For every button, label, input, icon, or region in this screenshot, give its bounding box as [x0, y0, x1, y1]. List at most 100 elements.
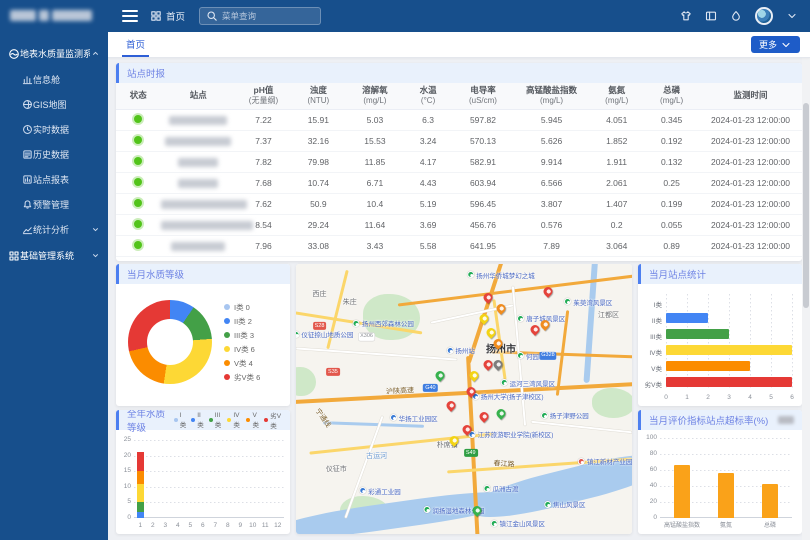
rate-bar-plot: 020406080100高锰酸盐指数氨氮总磷 [660, 438, 792, 518]
status-cell [116, 214, 161, 235]
value-cell: 0.25 [644, 172, 699, 193]
map-poi-label: 运河三湾风景区 [501, 378, 556, 388]
stats-icon [22, 224, 33, 235]
layout-icon[interactable] [705, 10, 717, 22]
status-online-dot [134, 157, 142, 165]
bar-氨氮[interactable] [718, 473, 734, 518]
x-category-label: 高锰酸盐指数 [664, 520, 700, 529]
value-cell: 7.96 [236, 235, 291, 256]
stack-segment-III类[interactable] [137, 502, 144, 511]
status-online-dot [134, 178, 142, 186]
dashboard-icon [22, 74, 33, 85]
map-road-chip: X306 [358, 333, 375, 341]
legend-item-V类[interactable]: V类 [246, 412, 259, 429]
station-name-redacted [171, 242, 225, 251]
sidebar-item-label: 统计分析 [33, 223, 90, 236]
column-header-电导率: 电导率(uS/cm) [452, 83, 514, 109]
legend-item-劣V类[interactable]: 劣V类 6 [224, 370, 260, 384]
x-tick-label: 7 [213, 522, 217, 529]
y-tick-label: 20 [650, 498, 657, 505]
bar-总磷[interactable] [762, 484, 778, 518]
legend-item-III类[interactable]: III类 [209, 412, 223, 429]
map-pin[interactable] [434, 369, 447, 382]
sidebar-item-实时数据[interactable]: 实时数据 [0, 117, 108, 142]
value-cell: 7.89 [514, 235, 589, 256]
page-scrollbar-thumb[interactable] [803, 103, 809, 308]
sidebar-item-信息舱[interactable]: 信息舱 [0, 67, 108, 92]
sidebar-item-历史数据[interactable]: 历史数据 [0, 142, 108, 167]
stack-segment-IV类[interactable] [137, 484, 144, 503]
stack-segment-II类[interactable] [137, 512, 144, 518]
avatar[interactable] [755, 7, 773, 25]
value-cell: 79.98 [291, 151, 346, 172]
legend-item-II类[interactable]: II类 2 [224, 314, 260, 328]
map-pin[interactable] [481, 358, 494, 371]
bar-IV类[interactable] [666, 345, 792, 355]
map-pin[interactable] [478, 410, 491, 423]
legend-item-IV类[interactable]: IV类 [227, 412, 241, 429]
sidebar-item-GIS地图[interactable]: GIS地图 [0, 92, 108, 117]
sidebar-item-站点报表[interactable]: 站点报表 [0, 167, 108, 192]
value-cell: 29.24 [291, 214, 346, 235]
gridline [134, 487, 284, 488]
map-pin[interactable] [444, 399, 457, 412]
poi-text: 华扬工业园区 [399, 413, 438, 423]
value-cell: 10.4 [346, 193, 404, 214]
time-cell: 2024-01-23 12:00:00 [699, 193, 802, 214]
page-scrollbar [802, 58, 810, 540]
bar-劣V类[interactable] [666, 377, 792, 387]
station-cell [161, 193, 236, 214]
sidebar-item-统计分析[interactable]: 统计分析 [0, 217, 108, 242]
sidebar-item-预警管理[interactable]: 预警管理 [0, 192, 108, 217]
table-row: 8.5429.2411.643.69456.760.5760.20.055202… [116, 214, 802, 235]
map-pin[interactable] [495, 407, 508, 420]
value-cell: 3.064 [589, 235, 644, 256]
status-online-dot [134, 241, 142, 249]
menu-search-input[interactable] [222, 11, 312, 21]
bar-III类[interactable] [666, 329, 729, 339]
bar-row-I类 [666, 294, 792, 310]
legend-item-IV类[interactable]: IV类 6 [224, 342, 260, 356]
hamburger-menu-icon[interactable] [122, 10, 138, 22]
poi-blue-icon [390, 414, 397, 421]
stacked-bar-plot: 0510152025123456789101112 [134, 440, 284, 518]
station-name-redacted [169, 116, 227, 125]
panel-title: 全年水质等级 [127, 410, 174, 434]
stack-segment-劣V类[interactable] [137, 452, 144, 471]
bar-V类[interactable] [666, 361, 750, 371]
map-pin[interactable] [485, 326, 498, 339]
topbar: 首页 [108, 0, 810, 32]
value-cell: 1.852 [589, 130, 644, 151]
legend-item-劣V类[interactable]: 劣V类 [264, 410, 282, 430]
legend-item-III类[interactable]: III类 3 [224, 328, 260, 342]
tab-home[interactable]: 首页 [122, 32, 149, 57]
poi-blue-icon [446, 347, 453, 354]
map-place-label: 朱庄 [343, 297, 357, 307]
poi-green-icon [491, 520, 498, 527]
column-unit: (mg/L) [589, 96, 644, 106]
sidebar-section-0[interactable]: 地表水质量监测系统 [0, 40, 108, 67]
donut-chart[interactable] [128, 300, 212, 384]
topbar-home-link[interactable]: 首页 [150, 9, 185, 23]
column-unit: (mg/L) [514, 96, 589, 106]
map-poi-label: 仪征捺山地质公园 [296, 329, 353, 339]
chevron-down-icon[interactable] [786, 10, 798, 22]
value-cell: 582.91 [452, 151, 514, 172]
stack-segment-V类[interactable] [137, 471, 144, 483]
map-pin[interactable] [528, 323, 541, 336]
x-axis-line [134, 517, 284, 518]
more-button[interactable]: 更多 [751, 36, 800, 53]
sidebar-section-1[interactable]: 基础管理系统 [0, 242, 108, 269]
menu-search-box[interactable] [199, 7, 321, 25]
flame-icon[interactable] [730, 10, 742, 22]
legend-item-I类[interactable]: I类 0 [224, 300, 260, 314]
bar-II类[interactable] [666, 313, 708, 323]
theme-shirt-icon[interactable] [680, 10, 692, 22]
value-cell: 5.626 [514, 130, 589, 151]
bar-高锰酸盐指数[interactable] [674, 465, 690, 518]
map-poi-label: 镇江金山风景区 [491, 518, 546, 528]
legend-item-V类[interactable]: V类 4 [224, 356, 260, 370]
map[interactable]: 扬州市西庄朱庄江都区仪征市朴席镇沪陕高速春江路宁通线古运河S28X306S35G… [296, 264, 632, 534]
legend-item-I类[interactable]: I类 [174, 412, 187, 429]
legend-item-II类[interactable]: II类 [191, 412, 204, 429]
